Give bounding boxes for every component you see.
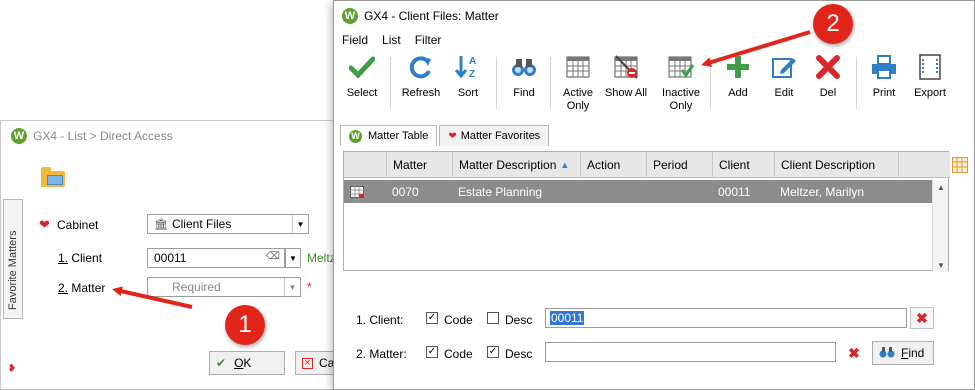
annotation-badge-1: 1 — [225, 305, 265, 345]
annotation-badge-2: 2 — [813, 4, 853, 44]
arrow-to-inactive-only — [701, 30, 811, 68]
annotation-arrows — [112, 30, 811, 309]
arrow-to-matter-field — [112, 286, 193, 309]
